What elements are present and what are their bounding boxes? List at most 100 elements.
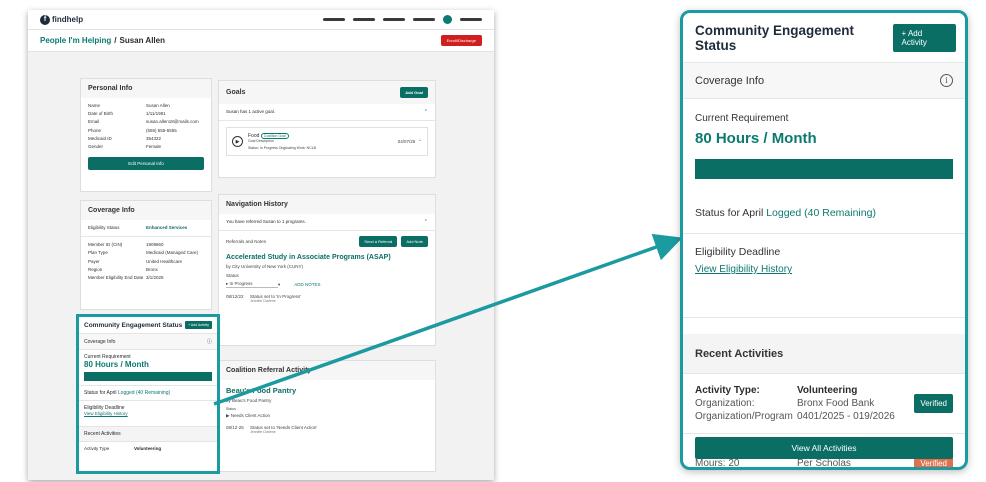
requirement-label: Current Requirement xyxy=(695,113,789,124)
activity-row[interactable]: Activity Type: Organization: Organization/… xyxy=(683,374,965,434)
info-key: Phone xyxy=(88,127,102,133)
engagement-title: Community Engagement Status xyxy=(695,23,855,53)
goal-item[interactable]: ▶ Food Coalition Goal Goal Description S… xyxy=(226,127,428,156)
info-value: 1909860 xyxy=(146,242,164,248)
navigation-summary-row[interactable]: You have referred Susan to 1 programs. ⌃ xyxy=(219,214,435,231)
app-screenshot: f findhelp People I'm Helping / Susan Al… xyxy=(28,10,494,480)
info-row: Payer United Healthcare xyxy=(81,258,211,266)
edit-personal-info-button[interactable]: Edit Personal Info xyxy=(88,157,204,171)
goals-summary-row[interactable]: Susan has 1 active goal. ⌃ xyxy=(219,104,435,121)
add-activity-button[interactable]: + Add Activity xyxy=(185,321,212,329)
monthly-status: Status for April Logged (40 Remaining) xyxy=(683,189,965,234)
user-avatar[interactable] xyxy=(443,15,452,24)
breadcrumb: People I'm Helping / Susan Allen Enroll/… xyxy=(28,30,494,52)
info-row: Date of Birth 1/11/1981 xyxy=(81,110,211,118)
view-all-activities-button[interactable]: View All Activities xyxy=(695,437,953,459)
add-goal-button[interactable]: Add Goal xyxy=(400,87,428,98)
info-value: (555) 555-5555 xyxy=(146,127,177,133)
recent-activities-header: Recent Activities xyxy=(683,334,965,374)
add-note-button[interactable]: Add Note xyxy=(401,236,428,247)
coverage-info-label: Coverage Info xyxy=(695,74,765,87)
breadcrumb-current: Susan Allen xyxy=(119,36,165,45)
info-row: Gender Female xyxy=(81,143,211,151)
info-key: Plan Type xyxy=(88,250,108,256)
info-row: Phone (555) 555-5555 xyxy=(81,127,211,135)
info-value: 3/1/2025 xyxy=(146,275,164,281)
chevron-down-icon[interactable]: ▾ xyxy=(278,282,280,288)
add-notes-link[interactable]: ADD NOTES xyxy=(294,282,320,287)
info-value: 1/11/1981 xyxy=(146,111,166,117)
logo-text: findhelp xyxy=(52,15,84,24)
nav-item[interactable] xyxy=(383,18,405,21)
activity-detail: 0401/2025 - 019/2026 xyxy=(797,411,895,422)
goals-title: Goals xyxy=(226,89,246,96)
chevron-up-icon[interactable]: ⌃ xyxy=(418,139,422,145)
send-referral-button[interactable]: Send a Referral xyxy=(359,236,398,247)
info-value: 354322 xyxy=(146,135,162,141)
engagement-highlight: Community Engagement Status + Add Activi… xyxy=(76,314,220,474)
info-key: Gender xyxy=(88,144,104,150)
nav-item[interactable] xyxy=(413,18,435,21)
enroll-discharge-button[interactable]: Enroll/Discharge xyxy=(440,35,482,46)
activity-type-label: Activity Type: xyxy=(695,385,760,396)
info-row: Medicaid ID 354322 xyxy=(81,135,211,143)
info-row: Member ID (CIN) 1909860 xyxy=(81,241,211,249)
eligibility-deadline-label: Eligibility Deadline xyxy=(695,246,781,258)
program-link[interactable]: Accelerated Study in Associate Programs … xyxy=(226,254,428,261)
add-activity-button[interactable]: + Add Activity xyxy=(893,24,956,52)
navigation-history-card: Navigation History You have referred Sus… xyxy=(218,194,436,346)
activity-name: Volunteering xyxy=(797,385,858,396)
info-icon[interactable]: ⓘ xyxy=(207,338,212,345)
info-value: Medicaid (Managed Care) xyxy=(146,250,199,256)
eligibility-deadline-section: Eligibility Deadline View Eligibility Hi… xyxy=(683,234,965,318)
findhelp-logo-icon: f xyxy=(40,14,50,25)
chevron-up-icon[interactable]: ⌃ xyxy=(424,219,428,225)
chevron-up-icon[interactable]: ⌃ xyxy=(424,109,428,115)
info-value: susan.allen18@mails.com xyxy=(146,119,199,125)
play-icon[interactable]: ▶ xyxy=(232,136,243,147)
referrals-toolbar: Referrals and Notes Send a Referral Add … xyxy=(219,231,435,252)
goal-date: 04/07/25 xyxy=(397,139,416,144)
status-select[interactable]: ▸ In Progress xyxy=(226,281,278,288)
eligibility-value: Enhanced Services xyxy=(146,225,188,230)
view-eligibility-history-link[interactable]: View Eligibility History xyxy=(695,264,792,275)
coalition-status[interactable]: ▶ Needs Client Action xyxy=(226,413,428,419)
engagement-status-card: Community Engagement Status + Add Activi… xyxy=(680,10,968,470)
info-key: Medicaid ID xyxy=(88,135,112,141)
top-nav-bar: f findhelp xyxy=(28,10,494,30)
nav-item[interactable] xyxy=(353,18,375,21)
coalition-program-link[interactable]: Beau's Food Pantry xyxy=(226,386,428,395)
eligibility-row: Eligibility Status Enhanced Services xyxy=(81,220,211,238)
engagement-header: Community Engagement Status + Add Activi… xyxy=(683,13,965,63)
breadcrumb-root-link[interactable]: People I'm Helping xyxy=(40,36,111,45)
info-key: Member ID (CIN) xyxy=(88,242,123,248)
personal-info-title: Personal Info xyxy=(81,79,211,98)
view-eligibility-history-link[interactable]: View Eligibility History xyxy=(84,411,212,416)
info-key: Name xyxy=(88,103,101,108)
requirement-progress-bar xyxy=(695,159,953,179)
nav-item[interactable] xyxy=(460,18,482,21)
goals-header: Goals Add Goal xyxy=(219,81,435,104)
activity-detail: Bronx Food Bank xyxy=(797,398,875,409)
nav-menu xyxy=(323,15,482,24)
info-icon[interactable]: i xyxy=(940,74,953,87)
coalition-referral-card: Coalition Referral Activity Beau's Food … xyxy=(218,360,436,472)
breadcrumb-separator: / xyxy=(114,36,117,45)
info-row: Plan Type Medicaid (Managed Care) xyxy=(81,249,211,257)
activity-details: Volunteering Bronx Food Bank 0401/2025 - 0… xyxy=(797,384,914,423)
info-row: Region Bronx xyxy=(81,266,211,274)
info-value: Bronx xyxy=(146,266,158,272)
findhelp-logo[interactable]: f findhelp xyxy=(40,14,84,25)
info-row: Member Eligibility End Date 3/1/2025 xyxy=(81,274,211,282)
info-key: Date of Birth xyxy=(88,111,114,117)
info-value: Susan Allen xyxy=(146,103,170,108)
info-value: United Healthcare xyxy=(146,258,183,264)
info-key: Payer xyxy=(88,258,100,264)
coverage-info-title: Coverage Info xyxy=(81,201,211,220)
info-row: Name Susan Allen xyxy=(81,102,211,110)
status-value: Logged (40 Remaining) xyxy=(766,207,876,219)
info-key: Region xyxy=(88,266,103,272)
requirement-section: Current Requirement 80 Hours / Month xyxy=(683,99,965,189)
nav-item[interactable] xyxy=(323,18,345,21)
info-key: Member Eligibility End Date xyxy=(88,275,144,281)
